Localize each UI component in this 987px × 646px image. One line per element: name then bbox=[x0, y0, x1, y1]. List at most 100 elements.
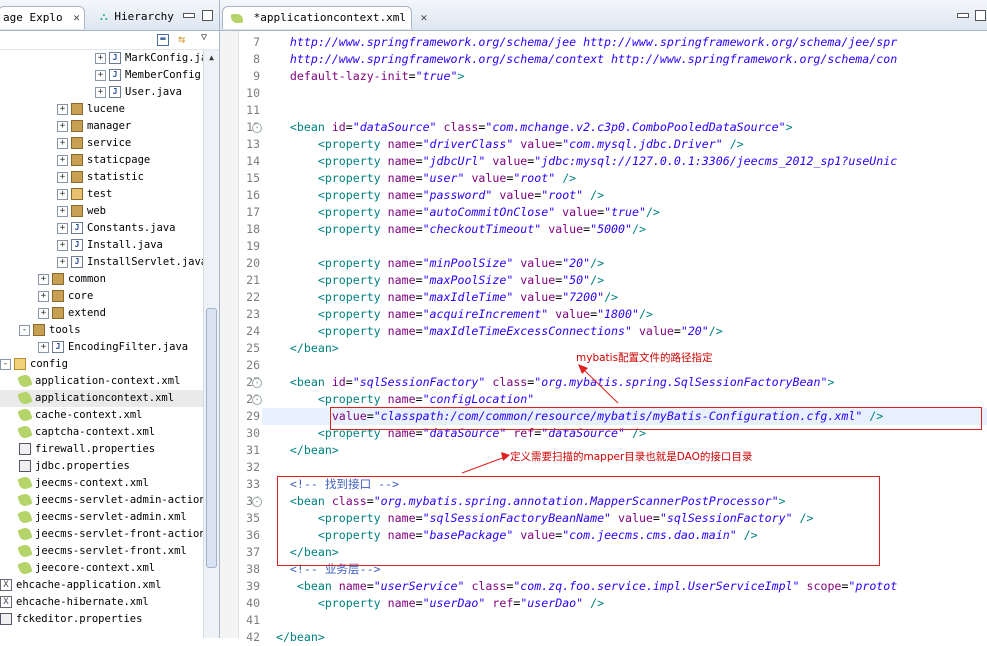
tree-item-label: jdbc.properties bbox=[35, 460, 130, 472]
tree-item[interactable]: captcha-context.xml bbox=[0, 424, 203, 441]
expand-icon[interactable]: + bbox=[38, 290, 49, 302]
tree-item[interactable]: jeecms-servlet-admin-action bbox=[0, 492, 206, 509]
tree-item[interactable]: cache-context.xml bbox=[0, 407, 203, 424]
expand-icon[interactable]: + bbox=[57, 256, 68, 268]
tree-item-label: jeecms-servlet-admin.xml bbox=[35, 511, 187, 523]
tree-item[interactable]: - tools bbox=[0, 322, 203, 339]
package-icon bbox=[71, 171, 83, 183]
tree-item[interactable]: + J Install.java bbox=[0, 237, 203, 254]
collapse-icon[interactable]: - bbox=[0, 358, 11, 370]
fold-toggle-icon[interactable]: - bbox=[252, 497, 262, 507]
expand-icon[interactable]: + bbox=[57, 154, 68, 166]
expand-icon[interactable]: + bbox=[95, 69, 106, 81]
package-icon bbox=[52, 290, 64, 302]
package-icon bbox=[33, 324, 45, 336]
xml-file-icon bbox=[17, 509, 33, 525]
tree-item-label: config bbox=[30, 358, 68, 370]
package-icon bbox=[71, 205, 83, 217]
java-file-icon: J bbox=[109, 69, 121, 81]
tree-item-label: User.java bbox=[125, 86, 182, 98]
explorer-tab-bar: age Explo ✕ ⛬ Hierarchy bbox=[0, 0, 219, 31]
expand-icon[interactable]: + bbox=[57, 188, 68, 200]
fold-toggle-icon[interactable]: - bbox=[252, 378, 262, 388]
tab-package-explorer[interactable]: age Explo ✕ bbox=[0, 6, 85, 29]
tree-item-label: extend bbox=[68, 307, 106, 319]
tree-item[interactable]: + J Constants.java bbox=[0, 220, 203, 237]
tree-item[interactable]: jeecms-servlet-admin.xml bbox=[0, 509, 203, 526]
maximize-icon[interactable] bbox=[202, 10, 213, 21]
tree-item[interactable]: + staticpage bbox=[0, 152, 203, 169]
scrollbar-thumb[interactable] bbox=[206, 308, 217, 568]
tree-item[interactable]: + J InstallServlet.java bbox=[0, 254, 207, 271]
expand-icon[interactable]: + bbox=[57, 120, 68, 132]
close-icon[interactable]: ✕ bbox=[73, 11, 80, 24]
explorer-vertical-scrollbar[interactable]: ▲ bbox=[203, 50, 219, 638]
tree-item[interactable]: jeecore-context.xml bbox=[0, 560, 203, 577]
view-menu-icon[interactable]: ▽ bbox=[201, 32, 207, 43]
xml-file-icon bbox=[17, 390, 33, 406]
tree-item[interactable]: jeecms-context.xml bbox=[0, 475, 203, 492]
tree-item[interactable]: + J EncodingFilter.java bbox=[0, 339, 203, 356]
expand-icon[interactable]: + bbox=[57, 137, 68, 149]
tree-item-label: jeecms-servlet-front-action bbox=[35, 528, 206, 540]
tree-item-label: applicationcontext.xml bbox=[35, 392, 175, 404]
scroll-up-icon[interactable]: ▲ bbox=[206, 52, 217, 63]
tree-item[interactable]: + core bbox=[0, 288, 203, 305]
tree-item[interactable]: Xehcache-hibernate.xml bbox=[0, 594, 203, 611]
tab-hierarchy-label: Hierarchy bbox=[114, 10, 174, 23]
annotation-mybatis-config-path: mybatis配置文件的路径指定 bbox=[576, 352, 713, 364]
tree-item[interactable]: firewall.properties bbox=[0, 441, 203, 458]
tree-item-label: Constants.java bbox=[87, 222, 176, 234]
tree-item-label: firewall.properties bbox=[35, 443, 156, 455]
tree-item[interactable]: fckeditor.properties bbox=[0, 611, 203, 628]
tree-item[interactable]: + statistic bbox=[0, 169, 203, 186]
tree-item[interactable]: Xehcache-application.xml bbox=[0, 577, 203, 594]
tab-hierarchy[interactable]: ⛬ Hierarchy bbox=[100, 6, 174, 28]
expand-icon[interactable]: + bbox=[57, 171, 68, 183]
minimize-icon[interactable] bbox=[183, 13, 195, 18]
expand-icon[interactable]: + bbox=[57, 103, 68, 115]
tree-item[interactable]: jeecms-servlet-front.xml bbox=[0, 543, 203, 560]
package-icon bbox=[71, 188, 83, 200]
annotation-arrows bbox=[461, 364, 619, 474]
tree-item[interactable]: + test bbox=[0, 186, 203, 203]
tree-item-label: common bbox=[68, 273, 106, 285]
tree-item[interactable]: + web bbox=[0, 203, 203, 220]
tree-item-label: jeecms-servlet-front.xml bbox=[35, 545, 187, 557]
tree-item[interactable]: jeecms-servlet-front-action bbox=[0, 526, 206, 543]
tree-item[interactable]: + J User.java bbox=[0, 84, 203, 101]
expand-icon[interactable]: + bbox=[95, 52, 106, 64]
fold-toggle-icon[interactable]: - bbox=[252, 395, 262, 405]
java-file-icon: J bbox=[109, 86, 121, 98]
tree-item[interactable]: - config bbox=[0, 356, 203, 373]
tree-item-label: service bbox=[87, 137, 132, 149]
collapse-icon[interactable]: - bbox=[19, 324, 30, 336]
expand-icon[interactable]: + bbox=[38, 307, 49, 319]
expand-icon[interactable]: + bbox=[57, 205, 68, 217]
expand-icon[interactable]: + bbox=[95, 86, 106, 98]
xml-file-icon bbox=[17, 526, 33, 542]
tree-item[interactable]: + J MarkConfig.jav bbox=[0, 50, 214, 67]
tree-item[interactable]: application-context.xml bbox=[0, 373, 203, 390]
fold-toggle-icon[interactable]: - bbox=[252, 123, 262, 133]
expand-icon[interactable]: + bbox=[57, 239, 68, 251]
xml-file-icon bbox=[17, 475, 33, 491]
tree-item[interactable]: + extend bbox=[0, 305, 203, 322]
link-with-editor-icon[interactable]: ⇆ bbox=[178, 32, 185, 46]
expand-icon[interactable]: + bbox=[38, 341, 49, 353]
tree-item[interactable]: + common bbox=[0, 271, 203, 288]
expand-icon[interactable]: + bbox=[57, 222, 68, 234]
tree-item[interactable]: + manager bbox=[0, 118, 203, 135]
expand-icon[interactable]: + bbox=[38, 273, 49, 285]
tree-item[interactable]: jdbc.properties bbox=[0, 458, 203, 475]
tree-item[interactable]: + lucene bbox=[0, 101, 203, 118]
xml-file-icon bbox=[17, 560, 33, 576]
explorer-toolbar: ▬ ⇆ ▽ bbox=[0, 31, 219, 50]
tree-item[interactable]: applicationcontext.xml bbox=[0, 390, 203, 407]
tree-item[interactable]: + service bbox=[0, 135, 203, 152]
collapse-all-icon[interactable]: ▬ bbox=[157, 34, 169, 46]
tree-item-label: tools bbox=[49, 324, 81, 336]
xml-file-icon: X bbox=[0, 579, 12, 591]
properties-file-icon bbox=[19, 443, 31, 455]
tree-item[interactable]: + J MemberConfig.j bbox=[0, 67, 214, 84]
